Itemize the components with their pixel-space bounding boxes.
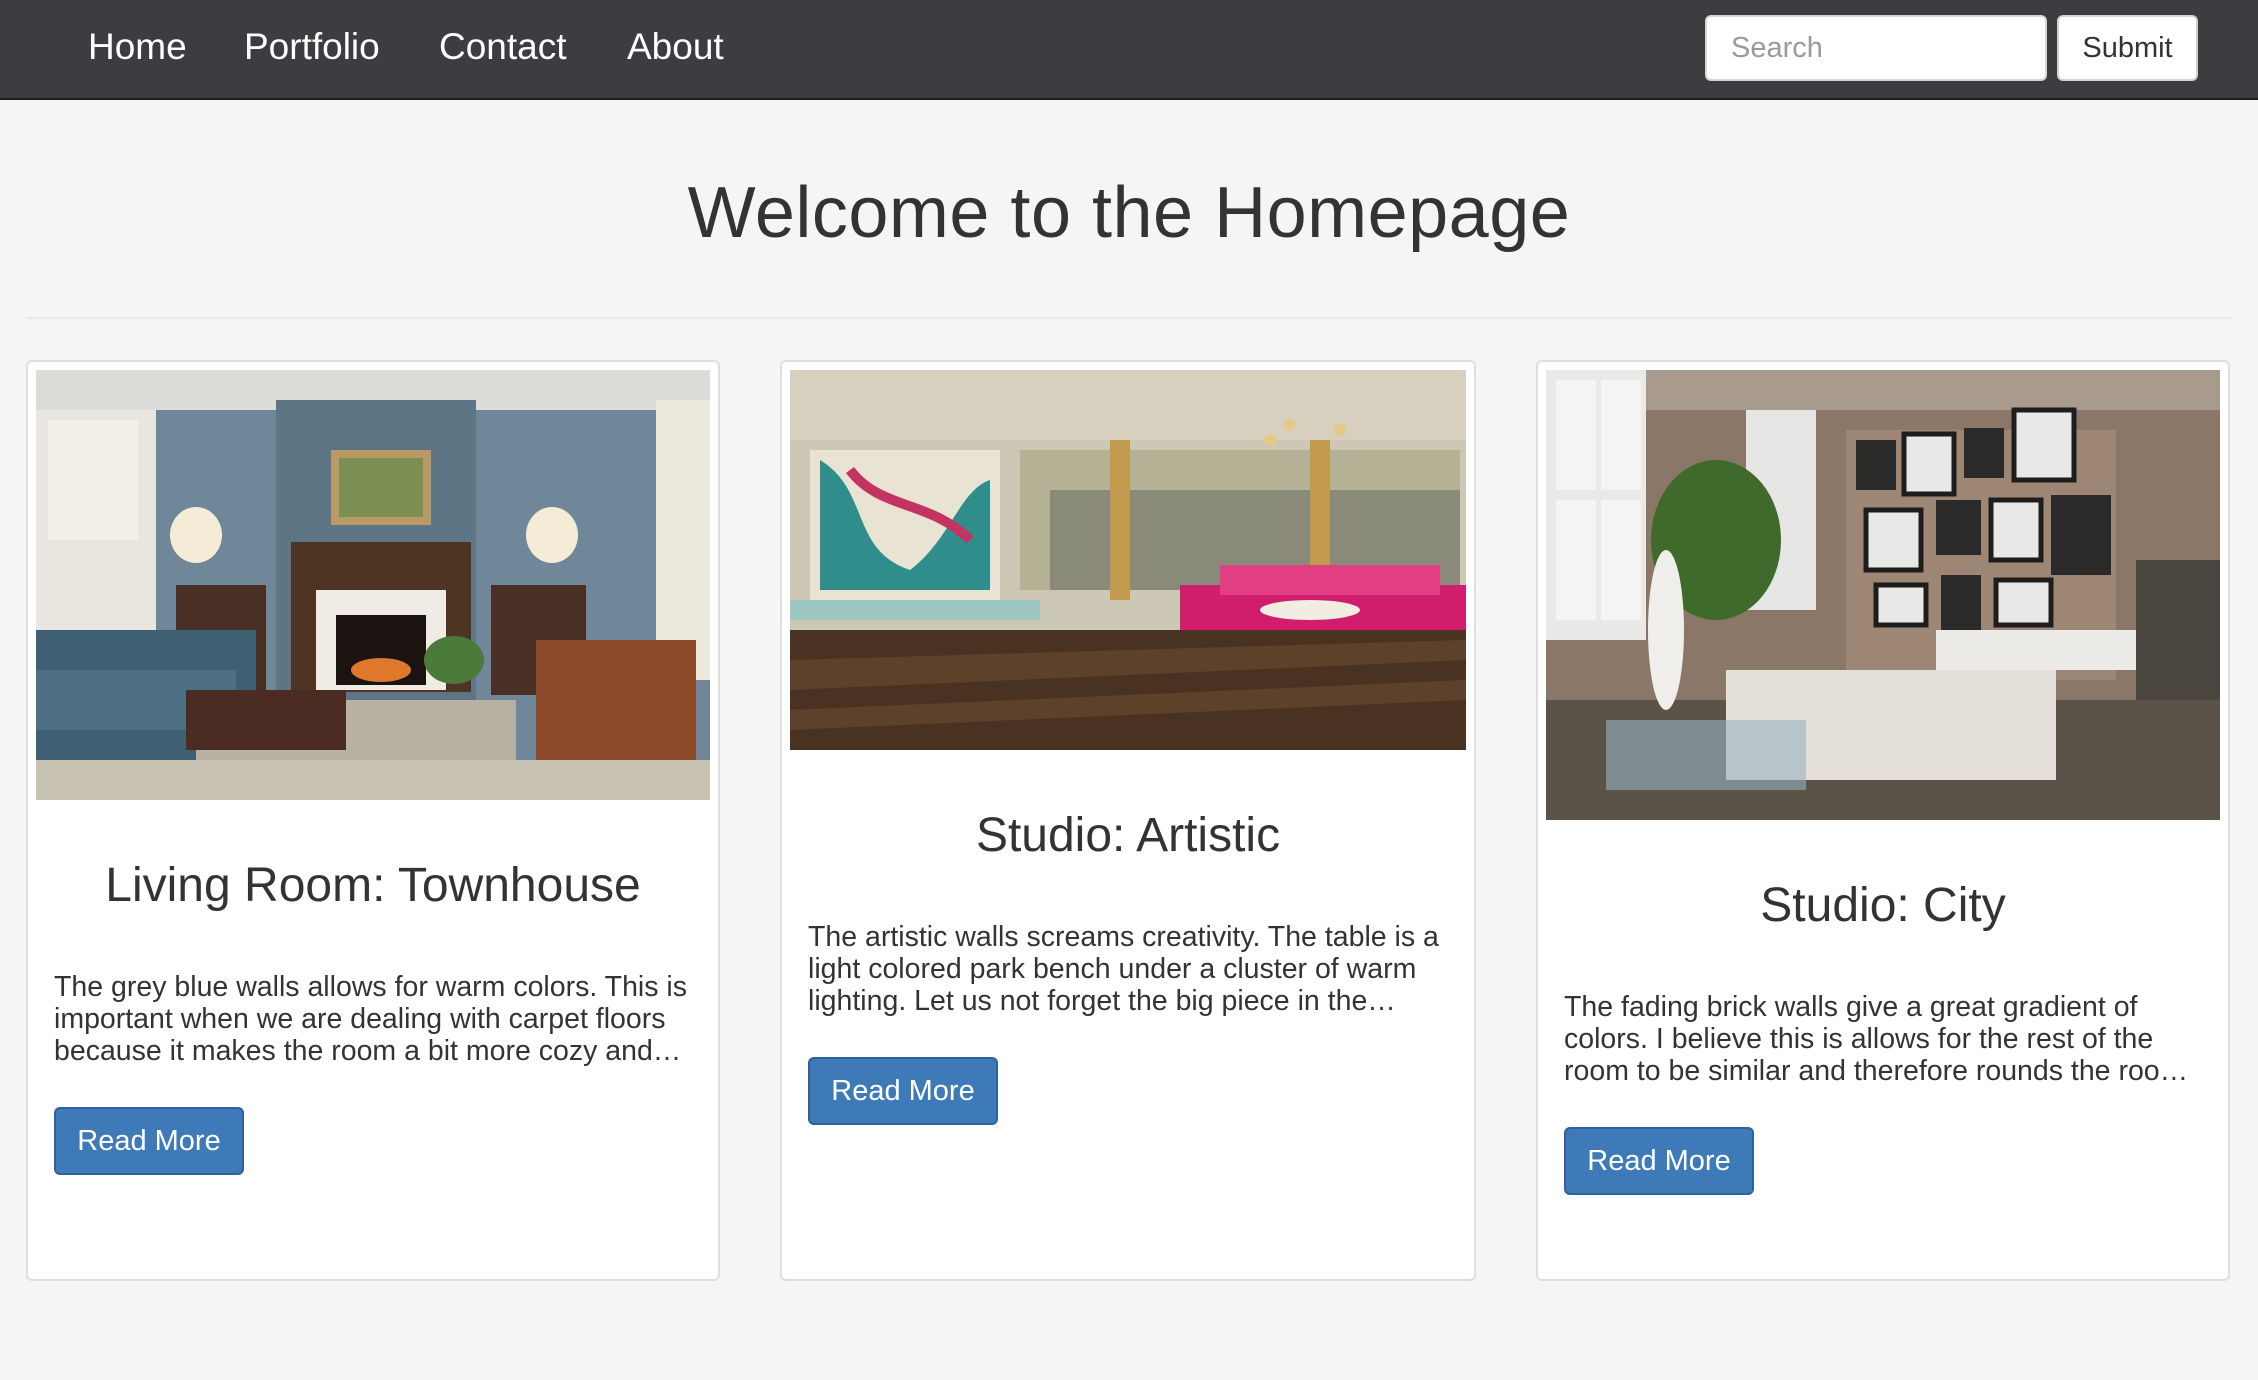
card-title: Studio: City bbox=[1760, 879, 2006, 932]
nav-link-contact[interactable]: Contact bbox=[439, 0, 567, 96]
studio-artistic-photo bbox=[790, 370, 1466, 750]
top-navbar: Home Portfolio Contact About Submit bbox=[0, 0, 2258, 100]
card-studio-artistic: Studio: Artistic The artistic walls scre… bbox=[780, 360, 1476, 1281]
nav-link-home[interactable]: Home bbox=[88, 0, 187, 96]
search-input[interactable] bbox=[1705, 15, 2047, 81]
page-title: Welcome to the Homepage bbox=[687, 173, 1571, 253]
submit-button[interactable]: Submit bbox=[2057, 15, 2198, 81]
card-living-room-townhouse: Living Room: Townhouse The grey blue wal… bbox=[26, 360, 720, 1281]
card-title: Studio: Artistic bbox=[975, 809, 1281, 862]
card-description: The fading brick walls give a great grad… bbox=[1564, 991, 2189, 1087]
card-studio-city: Studio: City The fading brick walls give… bbox=[1536, 360, 2230, 1281]
nav-link-about[interactable]: About bbox=[627, 0, 724, 96]
studio-city-photo bbox=[1546, 370, 2220, 820]
card-description: The grey blue walls allows for warm colo… bbox=[54, 971, 688, 1067]
read-more-button[interactable]: Read More bbox=[54, 1107, 244, 1175]
card-description: The artistic walls screams creativity. T… bbox=[808, 921, 1439, 1017]
header-divider bbox=[26, 317, 2231, 319]
card-title: Living Room: Townhouse bbox=[105, 859, 641, 912]
living-room-photo bbox=[36, 370, 710, 800]
nav-link-portfolio[interactable]: Portfolio bbox=[244, 0, 380, 96]
read-more-button[interactable]: Read More bbox=[1564, 1127, 1754, 1195]
read-more-button[interactable]: Read More bbox=[808, 1057, 998, 1125]
